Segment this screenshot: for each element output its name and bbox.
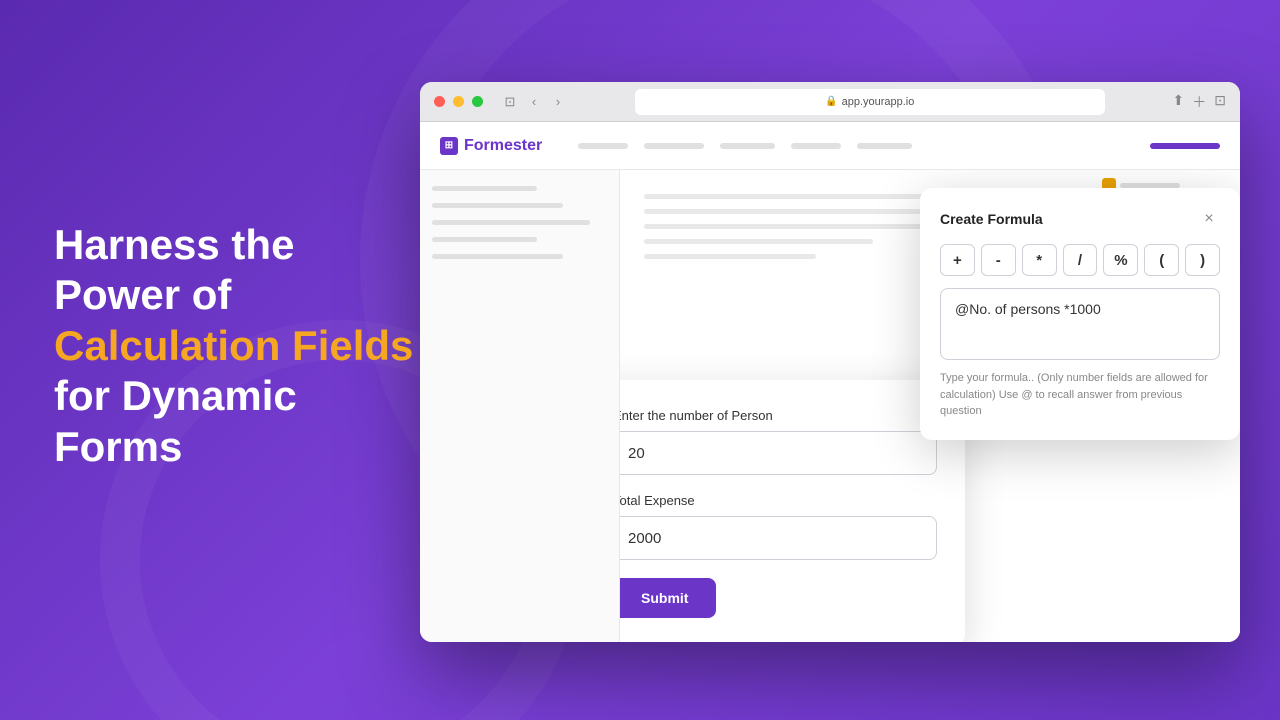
headline-line3: for Dynamic xyxy=(54,372,297,419)
app-logo-text: Formester xyxy=(464,137,542,155)
formula-hint: Type your formula.. (Only number fields … xyxy=(940,370,1220,420)
nav-item-3[interactable] xyxy=(720,143,775,149)
tabs-icon[interactable]: ⊡ xyxy=(1214,92,1226,112)
sidebar-bar-5 xyxy=(432,254,563,259)
op-divide[interactable]: / xyxy=(1063,244,1098,276)
form-field2-input[interactable] xyxy=(620,516,937,560)
op-percent[interactable]: % xyxy=(1103,244,1138,276)
nav-item-4[interactable] xyxy=(791,143,841,149)
nav-item-1[interactable] xyxy=(578,143,628,149)
header-nav xyxy=(578,143,912,149)
header-right xyxy=(1150,143,1220,149)
browser-chrome: ⊡ ‹ › 🔒 app.yourapp.io ⬆ ＋ ⊡ xyxy=(420,82,1240,122)
logo-icon xyxy=(440,137,458,155)
app-logo: Formester xyxy=(440,137,542,155)
form-card: Enter the number of Person Total Expense… xyxy=(620,380,965,642)
nav-pages-icon[interactable]: ⊡ xyxy=(501,93,519,111)
share-icon[interactable]: ⬆ xyxy=(1173,92,1185,112)
nav-back-icon[interactable]: ‹ xyxy=(525,93,543,111)
skeleton-3 xyxy=(644,224,930,229)
browser-dot-green[interactable] xyxy=(472,96,483,107)
headline-line4: Forms xyxy=(54,423,182,470)
skeleton-4 xyxy=(644,239,873,244)
nav-forward-icon[interactable]: › xyxy=(549,93,567,111)
browser-window: ⊡ ‹ › 🔒 app.yourapp.io ⬆ ＋ ⊡ Formester xyxy=(420,82,1240,642)
op-open-paren[interactable]: ( xyxy=(1144,244,1179,276)
sidebar-bar-3 xyxy=(432,220,590,225)
lock-icon: 🔒 xyxy=(825,96,837,107)
header-cta-bar xyxy=(1150,143,1220,149)
formula-dialog-header: Create Formula × xyxy=(940,208,1220,230)
formula-value: @No. of persons *1000 xyxy=(955,301,1101,317)
sidebar-bar-4 xyxy=(432,237,537,242)
headline-line2: Power of xyxy=(54,271,231,318)
app-content: Formester xyxy=(420,122,1240,642)
left-text-block: Harness the Power of Calculation Fields … xyxy=(54,220,413,472)
form-field1-label: Enter the number of Person xyxy=(620,408,937,423)
app-sidebar xyxy=(420,170,620,642)
browser-actions: ⬆ ＋ ⊡ xyxy=(1173,92,1226,112)
url-text: app.yourapp.io xyxy=(842,96,915,108)
skeleton-5 xyxy=(644,254,816,259)
browser-dot-yellow[interactable] xyxy=(453,96,464,107)
app-header: Formester xyxy=(420,122,1240,170)
op-plus[interactable]: + xyxy=(940,244,975,276)
sidebar-bar-2 xyxy=(432,203,563,208)
browser-dot-red[interactable] xyxy=(434,96,445,107)
nav-item-2[interactable] xyxy=(644,143,704,149)
formula-dialog-title: Create Formula xyxy=(940,211,1043,227)
headline-line1: Harness the xyxy=(54,221,294,268)
op-minus[interactable]: - xyxy=(981,244,1016,276)
new-tab-icon[interactable]: ＋ xyxy=(1192,92,1206,112)
op-multiply[interactable]: * xyxy=(1022,244,1057,276)
formula-dialog: Create Formula × + - * / % ( ) @No. of p… xyxy=(920,188,1240,440)
headline-highlight: Calculation Fields xyxy=(54,322,413,369)
tab-bar-1 xyxy=(1120,183,1180,188)
op-close-paren[interactable]: ) xyxy=(1185,244,1220,276)
app-main: Create Formula × + - * / % ( ) @No. of p… xyxy=(620,170,1240,642)
submit-button[interactable]: Submit xyxy=(620,578,716,618)
formula-close-button[interactable]: × xyxy=(1198,208,1220,230)
form-field2-label: Total Expense xyxy=(620,493,937,508)
nav-item-5[interactable] xyxy=(857,143,912,149)
address-bar[interactable]: 🔒 app.yourapp.io xyxy=(635,89,1105,115)
formula-operators: + - * / % ( ) xyxy=(940,244,1220,276)
browser-nav-icons: ⊡ ‹ › xyxy=(501,93,567,111)
form-field1-input[interactable] xyxy=(620,431,937,475)
sidebar-bar-1 xyxy=(432,186,537,191)
app-body: Create Formula × + - * / % ( ) @No. of p… xyxy=(420,170,1240,642)
formula-input-area[interactable]: @No. of persons *1000 xyxy=(940,288,1220,360)
